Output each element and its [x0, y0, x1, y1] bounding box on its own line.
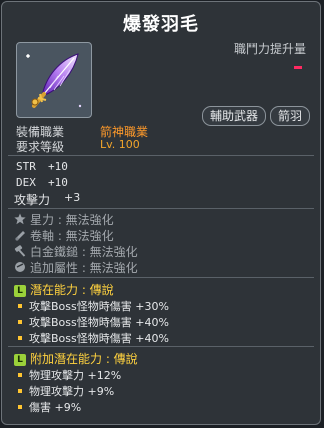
req-level-label: 要求等級 — [16, 140, 65, 154]
bullet-icon — [18, 389, 22, 393]
potential-header: L 潛在能力 : 傳說 — [14, 281, 114, 298]
bullet-icon — [18, 336, 22, 340]
bullet-icon — [18, 304, 22, 308]
stat-dex: DEX +10 — [16, 176, 68, 189]
enhance-scroll-text: 卷軸 : 無法強化 — [30, 229, 114, 243]
attack-increase-label: 職鬥力提升量 — [233, 42, 306, 56]
stat-dex-value: +10 — [48, 176, 68, 189]
additional-potential-line-text: 物理攻擊力 +9% — [29, 385, 115, 398]
bullet-icon — [18, 320, 22, 324]
tag-arrow-fletching: 箭羽 — [270, 106, 311, 126]
bullet-icon — [18, 373, 22, 377]
bullet-icon — [18, 405, 22, 409]
additional-potential-line: 物理攻擊力 +9% — [18, 383, 114, 399]
stat-dex-label: DEX — [16, 176, 36, 189]
tag-secondary-weapon: 輔助武器 — [202, 106, 267, 126]
potential-line: 攻擊Boss怪物時傷害 +40% — [18, 330, 169, 346]
legendary-badge: L — [14, 354, 26, 366]
enhance-hammer-text: 白金鐵鎚 : 無法強化 — [30, 245, 138, 259]
stat-str: STR +10 — [16, 160, 68, 173]
potential-line: 攻擊Boss怪物時傷害 +40% — [18, 314, 169, 330]
additional-potential-line-text: 物理攻擊力 +12% — [29, 369, 122, 382]
additional-potential-title: 附加潛在能力 : 傳說 — [30, 352, 138, 366]
enhance-additional-stats: 追加屬性 : 無法強化 — [14, 259, 138, 276]
stat-attack-label: 攻擊力 — [14, 193, 51, 207]
hammer-icon — [14, 245, 26, 257]
stat-attack: 攻擊力 +3 — [14, 191, 80, 208]
stat-attack-value: +3 — [64, 191, 81, 204]
enhance-additional-stats-text: 追加屬性 : 無法強化 — [30, 261, 138, 275]
potential-line-text: 攻擊Boss怪物時傷害 +30% — [29, 300, 169, 313]
additional-potential-header: L 附加潛在能力 : 傳說 — [14, 350, 138, 367]
potential-title: 潛在能力 : 傳說 — [30, 283, 114, 297]
potential-line-text: 攻擊Boss怪物時傷害 +40% — [29, 316, 169, 329]
attack-increase-indicator — [294, 66, 302, 69]
item-name: 爆發羽毛 — [123, 14, 199, 35]
enhance-hammer: 白金鐵鎚 : 無法強化 — [14, 243, 138, 260]
potential-line: 攻擊Boss怪物時傷害 +30% — [18, 298, 169, 314]
item-tooltip: 爆發羽毛 職鬥力提升量 輔助武器 箭羽 裝備職業 箭神職業 要求等級 Lv. 1… — [1, 1, 321, 425]
scroll-icon — [15, 231, 25, 241]
star-icon — [14, 213, 26, 225]
stat-str-label: STR — [16, 160, 36, 173]
enhance-starforce: 星力 : 無法強化 — [14, 211, 114, 228]
divider — [8, 277, 314, 278]
stat-str-value: +10 — [48, 160, 68, 173]
gem-icon — [15, 262, 25, 272]
additional-potential-line: 物理攻擊力 +12% — [18, 367, 121, 383]
item-icon-frame — [16, 42, 92, 118]
potential-line-text: 攻擊Boss怪物時傷害 +40% — [29, 332, 169, 345]
additional-potential-line: 傷害 +9% — [18, 399, 81, 415]
enhance-scroll: 卷軸 : 無法強化 — [14, 227, 114, 244]
divider — [8, 208, 314, 209]
enhance-starforce-text: 星力 : 無法強化 — [30, 213, 114, 227]
feather-icon — [26, 53, 82, 108]
divider — [8, 346, 314, 347]
legendary-badge: L — [14, 285, 26, 297]
additional-potential-line-text: 傷害 +9% — [29, 401, 82, 414]
req-level-value: Lv. 100 — [100, 138, 140, 151]
divider — [8, 155, 314, 156]
